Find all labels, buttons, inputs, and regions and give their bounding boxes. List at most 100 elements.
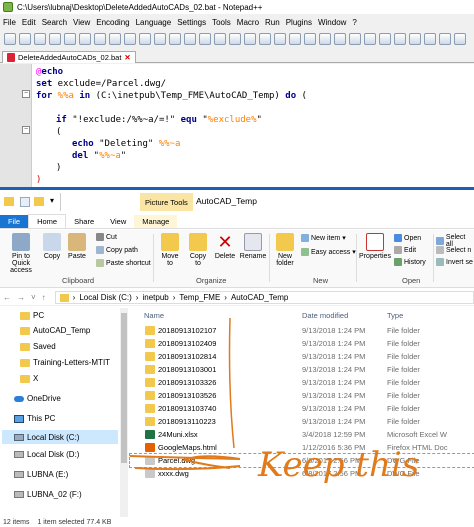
customize-toolbar-icon[interactable]: ▾ xyxy=(50,196,54,205)
pin-quick-access-button[interactable]: Pin to Quick access xyxy=(3,233,39,274)
new-item-button[interactable]: New item ▾ xyxy=(301,234,346,242)
nav-scrollbar[interactable] xyxy=(120,308,128,517)
record-macro-icon[interactable] xyxy=(394,33,406,45)
menu-settings[interactable]: Settings xyxy=(174,18,209,27)
history-button[interactable]: History xyxy=(394,258,426,266)
indent-guide-icon[interactable] xyxy=(304,33,316,45)
open-button[interactable]: Open xyxy=(394,234,421,242)
stop-macro-icon[interactable] xyxy=(409,33,421,45)
tab-manage[interactable]: Manage xyxy=(134,215,178,228)
copy-icon[interactable] xyxy=(124,33,136,45)
tab-home[interactable]: Home xyxy=(28,214,67,228)
close-tab-icon[interactable]: ✕ xyxy=(124,53,130,62)
sync-v-icon[interactable] xyxy=(244,33,256,45)
select-none-button[interactable]: Select n xyxy=(436,246,471,254)
menu-file[interactable]: File xyxy=(0,18,19,27)
menu-macro[interactable]: Macro xyxy=(234,18,262,27)
scrollbar-thumb[interactable] xyxy=(121,313,127,463)
open-file-icon[interactable] xyxy=(19,33,31,45)
menu-window[interactable]: Window xyxy=(315,18,349,27)
fold-toggle-icon[interactable]: − xyxy=(22,126,30,134)
play-macro-icon[interactable] xyxy=(424,33,436,45)
move-to-label: Move to xyxy=(161,253,179,267)
cut-icon[interactable] xyxy=(109,33,121,45)
nav-item-training-letters[interactable]: Training-Letters-MTIT xyxy=(20,358,110,367)
undo-icon[interactable] xyxy=(154,33,166,45)
copy-to-button[interactable]: Copy to xyxy=(186,233,210,267)
tab-view[interactable]: View xyxy=(102,215,134,228)
save-icon[interactable] xyxy=(34,33,46,45)
new-folder-icon[interactable] xyxy=(34,197,44,206)
sync-h-icon[interactable] xyxy=(259,33,271,45)
menu-tools[interactable]: Tools xyxy=(209,18,234,27)
properties-button[interactable]: Properties xyxy=(358,233,392,260)
paste-button[interactable]: Paste xyxy=(66,233,88,260)
breadcrumb-local-disk[interactable]: Local Disk (C:) xyxy=(79,293,131,302)
zoom-in-icon[interactable] xyxy=(214,33,226,45)
properties-icon[interactable] xyxy=(20,197,30,207)
move-to-button[interactable]: Move to xyxy=(158,233,182,267)
breadcrumb-temp-fme[interactable]: Temp_FME xyxy=(179,293,220,302)
tab-document[interactable]: DeleteAddedAutoCADs_02.bat ✕ xyxy=(2,51,136,63)
menu-search[interactable]: Search xyxy=(39,18,70,27)
nav-item-lubna-02-f[interactable]: LUBNA_02 (F:) xyxy=(14,490,82,499)
show-all-icon[interactable] xyxy=(289,33,301,45)
paste-shortcut-button[interactable]: Paste shortcut xyxy=(96,259,151,267)
forward-arrow-icon[interactable]: → xyxy=(14,293,28,302)
save-macro-icon[interactable] xyxy=(454,33,466,45)
back-arrow-icon[interactable]: ← xyxy=(0,293,14,302)
tab-share[interactable]: Share xyxy=(66,215,102,228)
code-editor[interactable]: − − @echo set exclude=/Parcel.dwg/ for %… xyxy=(0,64,474,187)
print-icon[interactable] xyxy=(94,33,106,45)
copy-button[interactable]: Copy xyxy=(42,233,62,260)
new-folder-icon xyxy=(276,233,294,251)
address-bar[interactable]: › Local Disk (C:) › inetpub › Temp_FME ›… xyxy=(54,291,474,304)
lang-icon[interactable] xyxy=(319,33,331,45)
nav-item-onedrive[interactable]: OneDrive xyxy=(14,394,61,403)
menu-encoding[interactable]: Encoding xyxy=(93,18,132,27)
close-all-icon[interactable] xyxy=(79,33,91,45)
folder-workspace-icon[interactable] xyxy=(364,33,376,45)
nav-item-x[interactable]: X xyxy=(20,374,38,383)
nav-item-local-disk-c[interactable]: Local Disk (C:) xyxy=(2,430,118,444)
delete-button[interactable]: ✕ Delete xyxy=(213,233,237,260)
invert-selection-button[interactable]: Invert se xyxy=(436,258,473,266)
fold-toggle-icon[interactable]: − xyxy=(22,90,30,98)
replace-icon[interactable] xyxy=(199,33,211,45)
up-arrow-icon[interactable]: ↑ xyxy=(39,293,49,302)
cut-button[interactable]: Cut xyxy=(96,233,117,241)
redo-icon[interactable] xyxy=(169,33,181,45)
nav-item-local-disk-d[interactable]: Local Disk (D:) xyxy=(14,450,79,459)
nav-item-this-pc[interactable]: This PC xyxy=(14,414,55,423)
function-list-icon[interactable] xyxy=(349,33,361,45)
nav-item-autocad-temp[interactable]: AutoCAD_Temp xyxy=(20,326,90,335)
menu-edit[interactable]: Edit xyxy=(19,18,39,27)
new-file-icon[interactable] xyxy=(4,33,16,45)
monitor-icon[interactable] xyxy=(379,33,391,45)
save-all-icon[interactable] xyxy=(49,33,61,45)
menu-help[interactable]: ? xyxy=(349,18,359,27)
menu-view[interactable]: View xyxy=(70,18,93,27)
zoom-out-icon[interactable] xyxy=(229,33,241,45)
recent-chevron-icon[interactable]: ˅ xyxy=(28,293,39,302)
menu-plugins[interactable]: Plugins xyxy=(283,18,315,27)
nav-item-saved[interactable]: Saved xyxy=(20,342,56,351)
menu-language[interactable]: Language xyxy=(133,18,175,27)
breadcrumb-autocad-temp[interactable]: AutoCAD_Temp xyxy=(231,293,288,302)
paste-icon[interactable] xyxy=(139,33,151,45)
edit-button[interactable]: Edit xyxy=(394,246,416,254)
tab-file[interactable]: File xyxy=(0,215,29,228)
nav-item-lubna-e[interactable]: LUBNA (E:) xyxy=(14,470,68,479)
find-icon[interactable] xyxy=(184,33,196,45)
doc-map-icon[interactable] xyxy=(334,33,346,45)
new-folder-button[interactable]: New folder xyxy=(272,233,298,267)
easy-access-button[interactable]: Easy access ▾ xyxy=(301,248,356,256)
copy-path-button[interactable]: Copy path xyxy=(96,246,138,254)
menu-run[interactable]: Run xyxy=(262,18,283,27)
breadcrumb-inetpub[interactable]: inetpub xyxy=(142,293,168,302)
close-icon[interactable] xyxy=(64,33,76,45)
nav-item-pc[interactable]: PC xyxy=(20,311,44,320)
rename-button[interactable]: Rename xyxy=(240,233,266,260)
wrap-icon[interactable] xyxy=(274,33,286,45)
run-macro-icon[interactable] xyxy=(439,33,451,45)
